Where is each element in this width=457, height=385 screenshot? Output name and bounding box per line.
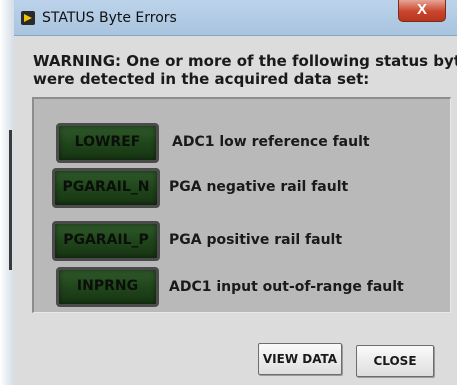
label-inprng: ADC1 input out-of-range fault	[169, 279, 404, 295]
indicator-lowref: LOWREF	[56, 123, 159, 163]
warning-line-1: WARNING: One or more of the following st…	[33, 52, 457, 70]
indicator-pgarail-p: PGARAIL_P	[52, 221, 160, 261]
view-data-button[interactable]: VIEW DATA	[258, 343, 342, 375]
warning-message: WARNING: One or more of the following st…	[33, 52, 457, 88]
label-lowref: ADC1 low reference fault	[172, 134, 370, 150]
label-pgarail-n: PGA negative rail fault	[169, 179, 349, 195]
close-button[interactable]: CLOSE	[356, 345, 434, 377]
title-bar: STATUS Byte Errors X	[14, 0, 457, 36]
status-byte-errors-dialog: STATUS Byte Errors X WARNING: One or mor…	[14, 0, 457, 385]
label-pgarail-p: PGA positive rail fault	[169, 232, 343, 248]
window-close-button[interactable]: X	[398, 0, 446, 22]
close-icon: X	[416, 1, 427, 18]
labview-icon	[21, 11, 35, 25]
indicator-pgarail-n: PGARAIL_N	[52, 168, 160, 208]
indicator-inprng: INPRNG	[56, 267, 159, 307]
warning-line-2: were detected in the acquired data set:	[33, 70, 370, 88]
background-window-scrollbar	[9, 130, 12, 270]
status-flags-panel: LOWREF ADC1 low reference fault PGARAIL_…	[32, 97, 451, 313]
window-title: STATUS Byte Errors	[42, 10, 177, 26]
